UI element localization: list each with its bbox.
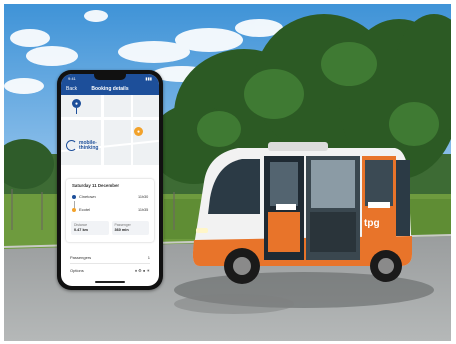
origin-dot-icon [72,194,76,199]
metric-distance: Distance 0.47 km [71,221,109,235]
options-label: Options [70,268,84,273]
metric-passenger: Passenger 360 min [111,221,149,235]
screen-title: Booking details [91,86,129,92]
origin-pin-icon[interactable]: ● [72,99,81,108]
passengers-label: Passengers [70,255,92,260]
tpg-logo: tpg [364,218,380,229]
options-icons: ♦ ⚙ ● ☀ [135,268,150,273]
origin-time: 11h30 [138,194,149,199]
trip-card[interactable]: Saturday 11 December Cinetown 11h30 Ecot… [66,179,154,242]
trip-date: Saturday 11 December [72,183,120,188]
status-time: 9:41 [68,76,76,81]
destination-stop: Ecotel 11h35 [72,207,148,212]
brand-logo-icon [66,140,77,151]
destination-name: Ecotel [79,207,91,212]
options-row[interactable]: Options ♦ ⚙ ● ☀ [70,268,150,273]
app-bar: Back Booking details [61,83,159,95]
passengers-value: 1 [147,255,150,260]
brand-name: mobile-thinking [79,139,99,151]
destination-pin-icon[interactable]: ● [134,127,143,136]
destination-time: 11h35 [138,207,149,212]
origin-stop: Cinetown 11h30 [72,194,148,199]
origin-name: Cinetown [79,194,96,199]
autonomous-shuttle [192,142,412,284]
trip-metrics: Distance 0.47 km Passenger 360 min [71,221,149,235]
phone-notch [94,74,126,80]
signal-icon: ▮▮▮ [145,76,152,81]
back-button[interactable]: Back [66,86,77,92]
home-indicator [95,281,125,283]
destination-dot-icon [72,207,76,212]
smartphone: 9:41 ▮▮▮ Back Booking details ● ● mobile… [57,70,163,290]
brand-logo: mobile-thinking [66,140,109,151]
passengers-row[interactable]: Passengers 1 [70,255,150,260]
app-screen: 9:41 ▮▮▮ Back Booking details ● ● mobile… [61,74,159,286]
photo-scene: tpg 9:41 ▮▮▮ Back Booking details ● ● mo… [4,4,451,341]
route-map[interactable]: ● ● [61,95,159,165]
